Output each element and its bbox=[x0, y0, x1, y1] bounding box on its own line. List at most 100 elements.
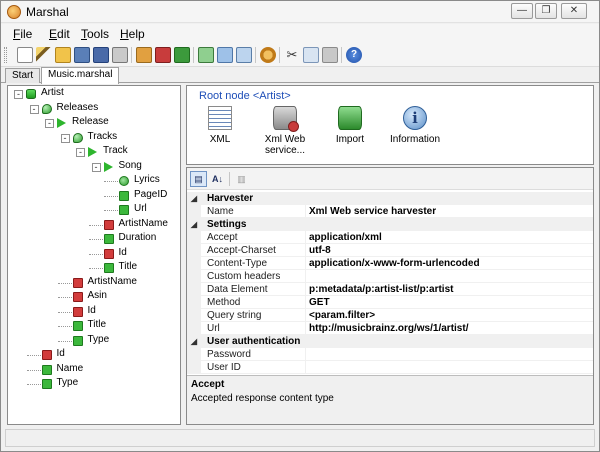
minimize-button[interactable]: — bbox=[511, 3, 533, 19]
tree-node-id[interactable]: Id bbox=[8, 247, 180, 261]
import-button[interactable]: Import bbox=[319, 106, 381, 145]
property-category[interactable]: ◢ Harvester bbox=[187, 192, 593, 205]
property-row[interactable]: Accept-Charset utf-8 bbox=[187, 244, 593, 257]
column-divider[interactable] bbox=[305, 322, 306, 335]
column-divider[interactable] bbox=[305, 348, 306, 361]
column-divider[interactable] bbox=[305, 231, 306, 244]
tree-node-track[interactable]: - Track bbox=[8, 145, 180, 159]
property-row[interactable]: Url http://musicbrainz.org/ws/1/artist/ bbox=[187, 322, 593, 335]
property-value[interactable]: http://musicbrainz.org/ws/1/artist/ bbox=[309, 323, 468, 334]
tree-node-asin[interactable]: Asin bbox=[8, 290, 180, 304]
tree-node-duration[interactable]: Duration bbox=[8, 232, 180, 246]
validate-icon[interactable] bbox=[198, 47, 214, 63]
export-icon[interactable] bbox=[136, 47, 152, 63]
column-divider[interactable] bbox=[305, 283, 306, 296]
title-bar[interactable]: Marshal — ❐ ✕ bbox=[1, 1, 599, 23]
tree-node-id[interactable]: Id bbox=[8, 305, 180, 319]
tree-node-artist[interactable]: - Artist bbox=[8, 87, 180, 101]
collapse-toggle[interactable]: - bbox=[76, 148, 85, 157]
property-row[interactable]: User ID bbox=[187, 361, 593, 374]
collapse-arrow-icon[interactable]: ◢ bbox=[187, 192, 201, 205]
import-icon[interactable] bbox=[155, 47, 171, 63]
property-value[interactable]: utf-8 bbox=[309, 245, 331, 256]
restore-button[interactable]: ❐ bbox=[535, 3, 557, 19]
property-value[interactable]: application/xml bbox=[309, 232, 382, 243]
options-icon[interactable] bbox=[260, 47, 276, 63]
template-icon[interactable] bbox=[217, 47, 233, 63]
property-category[interactable]: ◢ Settings bbox=[187, 218, 593, 231]
harvest-icon[interactable] bbox=[174, 47, 190, 63]
property-value[interactable]: application/x-www-form-urlencoded bbox=[309, 258, 480, 269]
tree-connector bbox=[88, 253, 103, 255]
property-row[interactable]: Custom headers bbox=[187, 270, 593, 283]
menu-tools[interactable]: Tools bbox=[81, 27, 109, 41]
column-divider[interactable] bbox=[305, 296, 306, 309]
tree-node-artistname[interactable]: ArtistName bbox=[8, 276, 180, 290]
property-row[interactable]: Content-Type application/x-www-form-urlen… bbox=[187, 257, 593, 270]
property-pages-icon[interactable]: ▥ bbox=[233, 171, 250, 187]
tree-node-artistname[interactable]: ArtistName bbox=[8, 218, 180, 232]
property-value[interactable]: GET bbox=[309, 297, 330, 308]
property-category[interactable]: ◢ User authentication bbox=[187, 335, 593, 348]
tree-node-pageid[interactable]: PageID bbox=[8, 189, 180, 203]
menu-help[interactable]: Help bbox=[120, 27, 145, 41]
collapse-toggle[interactable]: - bbox=[14, 90, 23, 99]
property-row[interactable]: Name Xml Web service harvester bbox=[187, 205, 593, 218]
collapse-toggle[interactable]: - bbox=[91, 162, 101, 172]
column-divider[interactable] bbox=[305, 244, 306, 257]
save-icon[interactable] bbox=[74, 47, 90, 63]
tree-node-lyrics[interactable]: Lyrics bbox=[8, 174, 180, 188]
collapse-toggle[interactable]: - bbox=[60, 133, 70, 143]
toolbar-grip[interactable] bbox=[4, 47, 7, 63]
property-value[interactable]: p:metadata/p:artist-list/p:artist bbox=[309, 284, 453, 295]
menu-file[interactable]: File bbox=[13, 27, 32, 41]
paste-icon[interactable] bbox=[322, 47, 338, 63]
help-icon[interactable]: ? bbox=[346, 47, 362, 63]
property-row[interactable]: Query string <param.filter> bbox=[187, 309, 593, 322]
column-divider[interactable] bbox=[305, 270, 306, 283]
cut-icon[interactable]: ✂ bbox=[284, 47, 300, 63]
tree-node-name[interactable]: Name bbox=[8, 363, 180, 377]
property-value[interactable]: Xml Web service harvester bbox=[309, 206, 436, 217]
save-all-icon[interactable] bbox=[93, 47, 109, 63]
property-row[interactable]: Accept application/xml bbox=[187, 231, 593, 244]
print-icon[interactable] bbox=[112, 47, 128, 63]
close-button[interactable]: ✕ bbox=[561, 3, 587, 19]
information-button[interactable]: i Information bbox=[384, 106, 446, 145]
tree-node-release[interactable]: - Release bbox=[8, 116, 180, 130]
tree-node-title[interactable]: Title bbox=[8, 261, 180, 275]
tree-node-url[interactable]: Url bbox=[8, 203, 180, 217]
column-divider[interactable] bbox=[305, 205, 306, 218]
collapse-toggle[interactable]: - bbox=[45, 119, 54, 128]
tree-node-type[interactable]: Type bbox=[8, 377, 180, 391]
tree-node-id[interactable]: Id bbox=[8, 348, 180, 362]
column-divider[interactable] bbox=[305, 309, 306, 322]
column-divider[interactable] bbox=[305, 361, 306, 374]
collapse-toggle[interactable]: - bbox=[29, 104, 39, 114]
property-value[interactable]: <param.filter> bbox=[309, 310, 375, 321]
schema-tree[interactable]: - Artist - Releases - Release - Tracks - Track - So… bbox=[7, 85, 181, 425]
wand-icon[interactable] bbox=[36, 47, 52, 63]
schema-icon[interactable] bbox=[236, 47, 252, 63]
property-row[interactable]: Method GET bbox=[187, 296, 593, 309]
xml-button[interactable]: XML bbox=[189, 106, 251, 145]
categorized-icon[interactable]: ▤ bbox=[190, 171, 207, 187]
new-icon[interactable] bbox=[17, 47, 33, 63]
property-row[interactable]: Data Element p:metadata/p:artist-list/p:a… bbox=[187, 283, 593, 296]
tab-start[interactable]: Start bbox=[5, 68, 41, 83]
tree-node-song[interactable]: - Song bbox=[8, 160, 180, 174]
copy-icon[interactable] bbox=[303, 47, 319, 63]
tree-node-tracks[interactable]: - Tracks bbox=[8, 131, 180, 145]
tab-music-marshal[interactable]: Music.marshal bbox=[41, 67, 120, 84]
tree-node-releases[interactable]: - Releases bbox=[8, 102, 180, 116]
collapse-arrow-icon[interactable]: ◢ bbox=[187, 335, 201, 348]
collapse-arrow-icon[interactable]: ◢ bbox=[187, 218, 201, 231]
tree-node-type[interactable]: Type bbox=[8, 334, 180, 348]
open-icon[interactable] bbox=[55, 47, 71, 63]
alphabetical-icon[interactable]: A↓ bbox=[209, 171, 226, 187]
xml-web-service-button[interactable]: Xml Web service... bbox=[254, 106, 316, 156]
property-row[interactable]: Password bbox=[187, 348, 593, 361]
tree-node-title[interactable]: Title bbox=[8, 319, 180, 333]
column-divider[interactable] bbox=[305, 257, 306, 270]
menu-edit[interactable]: Edit bbox=[49, 27, 70, 41]
